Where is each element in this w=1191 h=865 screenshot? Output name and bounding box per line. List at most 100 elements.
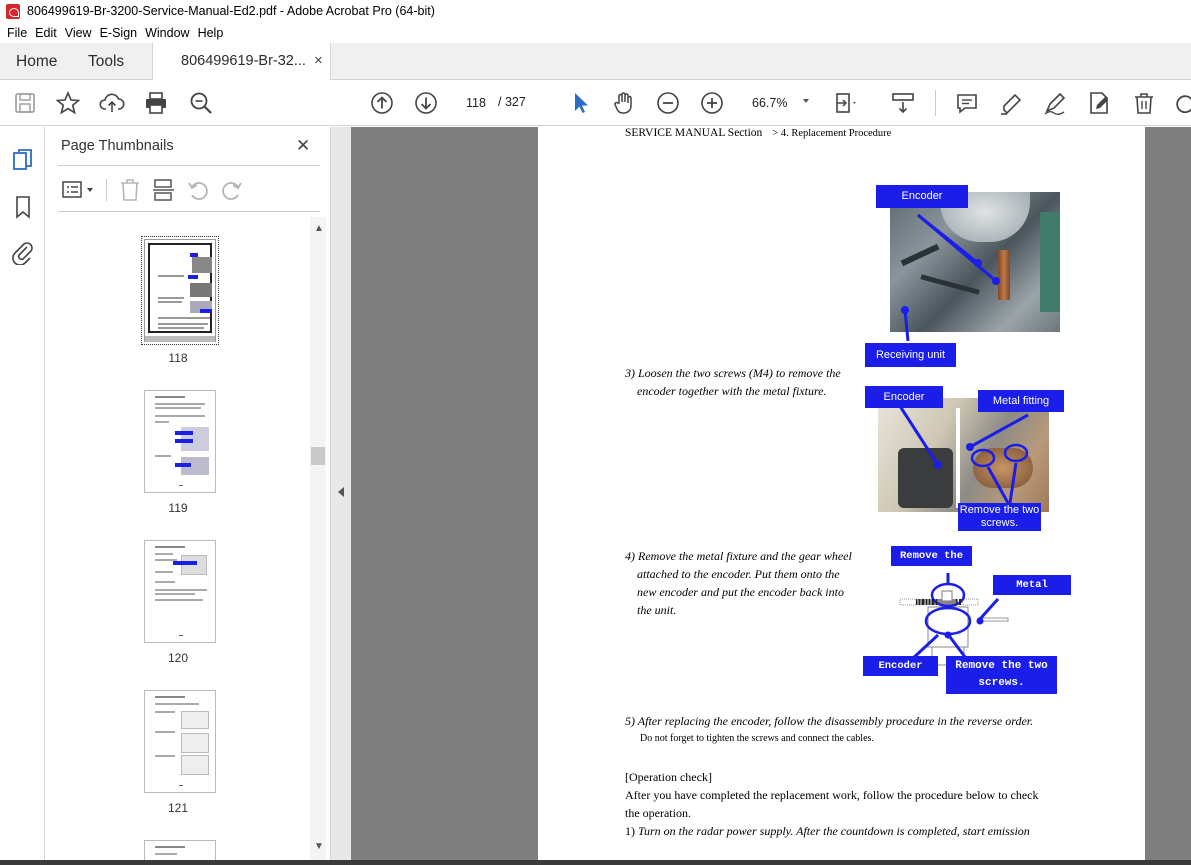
page-total: / 327	[498, 95, 526, 109]
tab-close-icon[interactable]: ×	[314, 52, 323, 69]
collapse-arrow-icon	[338, 487, 344, 497]
tab-home[interactable]: Home	[16, 53, 57, 71]
save-icon[interactable]	[12, 90, 38, 116]
section-title: SERVICE MANUAL Section	[625, 127, 763, 139]
tab-document[interactable]: 806499619-Br-32... ×	[152, 43, 331, 80]
pointer-lines-photo1	[901, 213, 1000, 342]
thumbnails-panel-title: Page Thumbnails	[61, 138, 174, 154]
acrobat-app-icon	[6, 3, 20, 19]
label-metal-fitting: Metal fitting	[978, 390, 1064, 412]
select-cursor-icon[interactable]	[567, 90, 593, 116]
page-thumbnails-icon[interactable]	[10, 147, 36, 173]
sign-icon[interactable]	[1042, 90, 1068, 116]
menu-window[interactable]: Window	[145, 26, 189, 40]
step-3-line-1: 3) Loosen the two screws (M4) to remove …	[625, 366, 841, 380]
page-down-icon[interactable]	[413, 90, 439, 116]
tab-document-label: 806499619-Br-32...	[181, 53, 306, 69]
menu-esign[interactable]: E-Sign	[100, 26, 138, 40]
scrollbar-thumb[interactable]	[311, 447, 325, 465]
document-viewer[interactable]: SERVICE MANUAL Section > 4. Replacement P…	[351, 127, 1191, 860]
label-receiving-unit: Receiving unit	[865, 343, 956, 367]
close-icon[interactable]: ✕	[296, 136, 310, 156]
label-metal-fitting-2: Metal fitting	[993, 575, 1071, 611]
thumbnail-options-icon[interactable]	[61, 178, 95, 202]
operation-check-line-3: 1) Turn on the radar power supply. After…	[625, 822, 1039, 840]
operation-check-line-2: the operation.	[625, 806, 691, 820]
thumbnail-label-118: 118	[168, 351, 188, 365]
label-remove-two-screws: Remove the two screws.	[958, 503, 1041, 531]
thumbnail-label-121: 121	[167, 801, 189, 815]
rotate-icon[interactable]	[1172, 90, 1191, 116]
thumbnail-insert-icon[interactable]	[152, 177, 176, 203]
rotate-right-icon[interactable]	[220, 178, 244, 202]
label-encoder-3: Encoder	[863, 656, 938, 676]
scroll-up-icon[interactable]: ▲	[314, 223, 324, 234]
thumbnail-preview	[148, 243, 212, 333]
label-remove-nut: Remove the nut	[891, 546, 972, 582]
section-subtitle: > 4. Replacement Procedure	[772, 128, 892, 139]
thumbnail-page-119[interactable]	[144, 390, 216, 493]
zoom-out-icon[interactable]	[655, 90, 681, 116]
step-3-text: 3) Loosen the two screws (M4) to remove …	[625, 364, 841, 400]
thumbnail-delete-icon[interactable]	[118, 177, 142, 203]
menu-bar: File Edit View E-Sign Window Help	[0, 22, 1191, 43]
thumbnails-list: 118 119 120 121	[46, 217, 310, 860]
pdf-page: SERVICE MANUAL Section > 4. Replacement P…	[538, 127, 1145, 860]
panel-collapse-handle[interactable]	[330, 127, 351, 860]
tab-bar: Home Tools 806499619-Br-32... ×	[0, 43, 1191, 80]
operation-check-line-3-number: 1)	[625, 824, 638, 838]
thumbnail-page-122[interactable]	[144, 840, 216, 860]
delete-icon[interactable]	[1131, 90, 1157, 116]
label-remove-two-screws-line-1: Remove the two	[959, 504, 1040, 516]
highlight-pen-icon[interactable]	[998, 90, 1024, 116]
menu-file[interactable]: File	[7, 26, 27, 40]
label-encoder-2: Encoder	[865, 386, 943, 408]
step-5-text: 5) After replacing the encoder, follow t…	[625, 712, 1033, 748]
zoom-dropdown-caret-icon[interactable]	[803, 99, 809, 103]
search-zoom-icon[interactable]	[188, 90, 214, 116]
hand-icon[interactable]	[611, 90, 637, 116]
operation-check-section: [Operation check] After you have complet…	[625, 768, 1039, 840]
toolbar-separator	[935, 90, 936, 116]
menu-help[interactable]: Help	[198, 26, 224, 40]
page-up-icon[interactable]	[369, 90, 395, 116]
title-bar: 806499619-Br-3200-Service-Manual-Ed2.pdf…	[0, 0, 1191, 22]
rotate-left-icon[interactable]	[186, 178, 210, 202]
thumbnails-panel: Page Thumbnails ✕ 118 119 120 121 ▲ ▼	[46, 127, 330, 860]
label-remove-two-screws-line-2: screws.	[980, 517, 1019, 529]
bookmark-star-icon[interactable]	[55, 90, 81, 116]
upload-icon[interactable]	[99, 90, 125, 116]
taskbar-edge	[0, 860, 1191, 865]
thumbnail-page-118[interactable]	[141, 236, 219, 345]
label-remove-two-screws-2-line-1: Remove the two	[955, 660, 1048, 672]
label-remove-two-screws-2-line-2: screws.	[978, 677, 1025, 689]
page-number-input[interactable]: 118	[458, 92, 494, 114]
zoom-level-select[interactable]: 66.7%	[745, 92, 797, 114]
bookmarks-icon[interactable]	[10, 194, 36, 220]
attachments-icon[interactable]	[10, 239, 36, 266]
operation-check-line-1: After you have completed the replacement…	[625, 788, 1039, 802]
comment-icon[interactable]	[954, 90, 980, 116]
edit-icon[interactable]	[1086, 90, 1112, 116]
scroll-mode-icon[interactable]	[890, 90, 916, 116]
fit-page-icon[interactable]	[833, 90, 859, 116]
acrobat-window: { "window": { "title": "806499619-Br-320…	[0, 0, 1191, 865]
step-3-line-2: encoder together with the metal fixture.	[637, 384, 827, 398]
divider	[58, 165, 320, 166]
operation-check-heading: [Operation check]	[625, 770, 712, 784]
thumbnails-toolbar	[58, 175, 320, 205]
menu-edit[interactable]: Edit	[35, 26, 57, 40]
menu-view[interactable]: View	[65, 26, 92, 40]
thumbnail-page-121[interactable]	[144, 690, 216, 793]
thumbnails-scrollbar[interactable]: ▲ ▼	[310, 217, 326, 860]
window-title: 806499619-Br-3200-Service-Manual-Ed2.pdf…	[27, 4, 435, 18]
page-header: SERVICE MANUAL Section > 4. Replacement P…	[625, 127, 891, 139]
left-rail	[0, 127, 45, 860]
tab-tools[interactable]: Tools	[88, 53, 124, 71]
thumbnail-page-120[interactable]	[144, 540, 216, 643]
step-5-line-1: 5) After replacing the encoder, follow t…	[625, 714, 1034, 728]
zoom-in-icon[interactable]	[699, 90, 725, 116]
scroll-down-icon[interactable]: ▼	[314, 841, 324, 852]
print-icon[interactable]	[143, 90, 169, 116]
step-5-line-2: Do not forget to tighten the screws and …	[640, 733, 874, 744]
